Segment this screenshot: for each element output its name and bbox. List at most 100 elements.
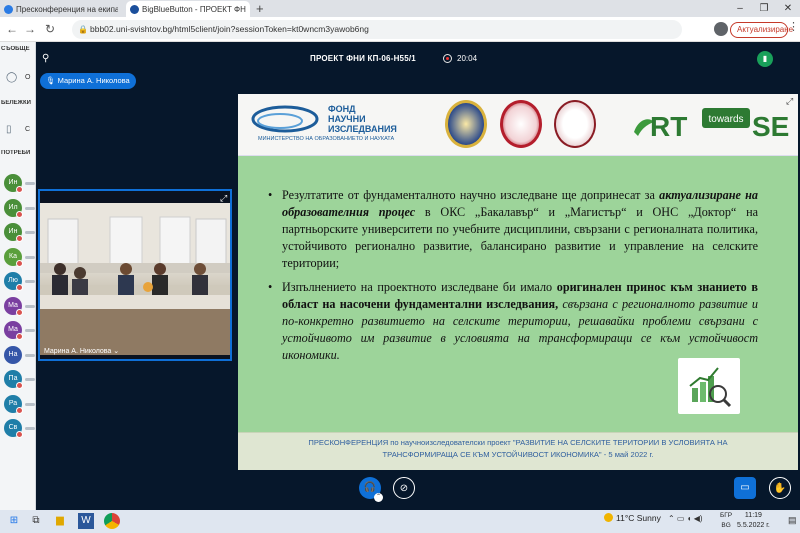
muted-mic-icon — [16, 308, 23, 316]
update-button[interactable]: Актуализиране — [730, 22, 793, 38]
weather-widget[interactable]: 11°C Sunny — [604, 513, 661, 523]
browser-menu-icon[interactable]: ⋮ — [788, 20, 799, 33]
slide-footer-text: ПРЕСКОНФЕРЕНЦИЯ по научноизследователски… — [248, 437, 788, 461]
muted-mic-icon — [16, 284, 23, 291]
user-name-truncated — [25, 206, 35, 210]
notes-heading: БЕЛЕЖКИ — [1, 100, 31, 106]
tab-title: Пресконференция на екипа на — [16, 4, 118, 14]
conference-room-image — [40, 203, 230, 355]
webcam-video[interactable]: ⤢ Марина А. Николова ⌄ — [38, 189, 232, 361]
tab-title: BigBlueButton - ПРОЕКТ ФН — [142, 4, 246, 14]
reload-icon[interactable]: ↻ — [42, 21, 58, 37]
fund-name-line: ФОНД — [328, 104, 356, 114]
public-chat-item[interactable]: О — [25, 74, 30, 81]
address-bar[interactable]: 🔒 bbb02.uni-svishtov.bg/html5client/join… — [72, 20, 682, 39]
profile-avatar-icon[interactable] — [714, 22, 728, 36]
user-name-truncated — [25, 182, 35, 185]
presenter-name: Марина А. Николова — [57, 76, 130, 85]
webcam-feed — [40, 203, 230, 355]
slide-bullet-1: Резултатите от фундаменталното научно из… — [268, 187, 758, 272]
user-list-toggle-icon[interactable]: ⚲ — [42, 53, 49, 64]
muted-mic-icon — [16, 382, 23, 389]
fund-name-line: ИЗСЛЕДВАНИЯ — [328, 124, 397, 134]
close-tab-icon[interactable]: ✕ — [249, 4, 250, 15]
new-tab-icon[interactable]: + — [256, 1, 264, 16]
muted-mic-icon — [16, 431, 23, 438]
keyboard-layout: BG — [721, 522, 731, 529]
maximize-icon[interactable]: ❐ — [752, 0, 776, 17]
user-name-truncated — [25, 280, 35, 283]
sun-icon — [604, 513, 613, 522]
university-seal-3-icon — [554, 100, 596, 148]
rts-logo-text-rt: RT — [650, 111, 687, 142]
muted-mic-icon — [16, 235, 23, 242]
audio-options-chevron-icon[interactable]: ⌃ — [374, 493, 383, 502]
user-avatar[interactable]: На — [4, 345, 22, 364]
word-icon[interactable]: W — [78, 513, 94, 529]
notes-icon[interactable]: ▯ — [6, 124, 12, 135]
task-view-icon[interactable]: ⧉ — [28, 513, 44, 529]
clock-date: 5.5.2022 г. — [737, 522, 770, 529]
user-name-truncated — [25, 353, 35, 357]
taskbar-clock[interactable]: 11:19 5.5.2022 г. — [737, 511, 770, 531]
users-heading: ПОТРЕБИ — [1, 150, 31, 156]
notification-icon[interactable]: ▤ — [788, 515, 797, 526]
tab-favicon-icon — [4, 4, 13, 14]
muted-mic-icon — [16, 259, 23, 267]
slide-logo-header: ФОНД НАУЧНИ ИЗСЛЕДВАНИЯ МИНИСТЕРСТВО НА … — [238, 94, 798, 156]
growth-chart-icon — [678, 358, 740, 414]
recording-indicator-icon[interactable] — [443, 54, 452, 63]
user-name-truncated — [25, 329, 35, 332]
browser-tab-conference[interactable]: Пресконференция на екипа на ✕ — [0, 1, 118, 17]
presentation-screen-button[interactable]: ▭ — [734, 477, 756, 499]
university-seal-1-icon — [445, 100, 487, 148]
presentation-slide: ФОНД НАУЧНИ ИЗСЛЕДВАНИЯ МИНИСТЕРСТВО НА … — [238, 94, 798, 470]
raise-hand-button[interactable]: ✋ — [769, 477, 791, 499]
weather-text: 11°C Sunny — [616, 513, 661, 523]
chat-icon[interactable]: ◯ — [6, 72, 17, 83]
muted-mic-icon — [16, 210, 23, 218]
webcam-user-name[interactable]: Марина А. Николова ⌄ — [44, 347, 119, 355]
slide-fullscreen-icon[interactable]: ⤢ — [786, 96, 793, 107]
ministry-text: МИНИСТЕРСТВО НА ОБРАЗОВАНИЕТО И НАУКАТА — [258, 136, 395, 142]
windows-start-icon[interactable]: ⊞ — [6, 513, 22, 529]
user-name-truncated — [25, 231, 35, 234]
user-name-truncated — [25, 427, 35, 430]
user-name-truncated — [25, 304, 35, 308]
muted-mic-icon — [16, 186, 23, 193]
fullscreen-icon[interactable]: ⤢ — [220, 193, 227, 204]
bullet-text: Резултатите от фундаменталното научно из… — [282, 188, 660, 202]
rts-project-logo: RT towards SE — [634, 108, 789, 142]
browser-tab-bar — [0, 0, 800, 17]
minimize-icon[interactable]: – — [728, 0, 752, 17]
clock-time: 11:19 — [744, 512, 762, 519]
recording-time: 20:04 — [457, 54, 478, 63]
university-seal-2-icon — [500, 100, 542, 148]
language-indicator[interactable]: БГР BG — [720, 511, 732, 531]
fund-name-line: НАУЧНИ — [328, 114, 366, 124]
slide-content: Резултатите от фундаменталното научно из… — [238, 157, 798, 470]
fund-name: ФОНД НАУЧНИ ИЗСЛЕДВАНИЯ — [328, 104, 397, 134]
rts-logo-text-se: SE — [752, 111, 789, 142]
presenter-icon: 🎙 — [46, 76, 58, 85]
file-explorer-icon[interactable]: ▆ — [52, 513, 68, 529]
browser-tab-bigbluebutton[interactable]: BigBlueButton - ПРОЕКТ ФН ✕ — [126, 1, 250, 17]
muted-mic-icon — [16, 333, 23, 340]
camera-off-button[interactable]: ⊘ — [393, 477, 415, 499]
close-window-icon[interactable]: ✕ — [776, 0, 800, 17]
forward-icon[interactable]: → — [22, 21, 38, 37]
rts-logo-text-towards: towards — [708, 114, 743, 125]
user-name-truncated — [25, 255, 35, 259]
connection-status-icon[interactable]: ▮ — [757, 51, 773, 67]
fund-logo-icon — [251, 105, 319, 133]
chrome-icon[interactable] — [104, 513, 120, 529]
shared-notes-item[interactable]: С — [25, 126, 30, 133]
back-icon[interactable]: ← — [4, 21, 20, 37]
user-name-truncated — [25, 402, 35, 406]
footer-line: ПРЕСКОНФЕРЕНЦИЯ по научноизследователски… — [308, 438, 728, 447]
tray-icons[interactable]: ⌃ ▭ ◖ ◀) — [668, 514, 703, 523]
language-code: БГР — [720, 512, 733, 519]
presenter-pill[interactable]: 🎙 Марина А. Николова — [40, 73, 136, 89]
bullet-text: Изпълнението на проектното изследване би… — [282, 280, 557, 294]
messages-heading: СЪОБЩЕ — [1, 46, 30, 52]
